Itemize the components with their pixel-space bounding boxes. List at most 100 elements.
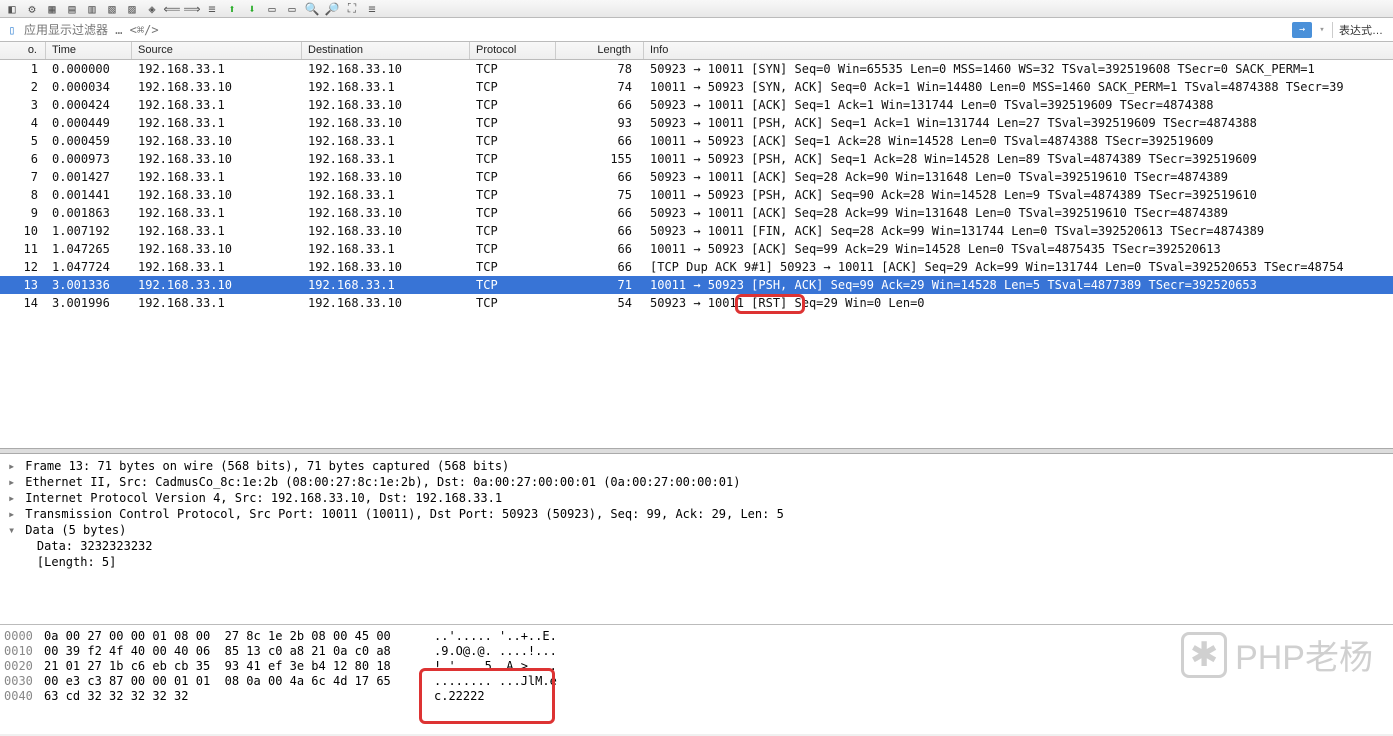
hex-bytes: 21 01 27 1b c6 eb cb 35 93 41 ef 3e b4 1… bbox=[44, 659, 434, 674]
cell-source: 192.168.33.1 bbox=[132, 204, 302, 222]
col-header-length[interactable]: Length bbox=[556, 42, 644, 59]
col-header-source[interactable]: Source bbox=[132, 42, 302, 59]
toolbar-icon[interactable]: ▦ bbox=[44, 2, 60, 16]
cell-time: 1.047265 bbox=[46, 240, 132, 258]
toolbar-icon[interactable]: ▤ bbox=[64, 2, 80, 16]
packet-list[interactable]: 10.000000192.168.33.1192.168.33.10TCP785… bbox=[0, 60, 1393, 448]
detail-line[interactable]: ▸ Internet Protocol Version 4, Src: 192.… bbox=[0, 490, 1393, 506]
packet-row[interactable]: 70.001427192.168.33.1192.168.33.10TCP665… bbox=[0, 168, 1393, 186]
cell-destination: 192.168.33.10 bbox=[302, 204, 470, 222]
cell-time: 0.000973 bbox=[46, 150, 132, 168]
cell-info: 50923 → 10011 [PSH, ACK] Seq=1 Ack=1 Win… bbox=[644, 114, 1393, 132]
hex-line[interactable]: 004063 cd 32 32 32 32 32c.22222 bbox=[0, 689, 1393, 704]
cell-info: 50923 → 10011 [SYN] Seq=0 Win=65535 Len=… bbox=[644, 60, 1393, 78]
detail-line[interactable]: ▸ Frame 13: 71 bytes on wire (568 bits),… bbox=[0, 458, 1393, 474]
cell-no: 1 bbox=[0, 60, 46, 78]
detail-line[interactable]: ▸ Ethernet II, Src: CadmusCo_8c:1e:2b (0… bbox=[0, 474, 1393, 490]
packet-row[interactable]: 10.000000192.168.33.1192.168.33.10TCP785… bbox=[0, 60, 1393, 78]
detail-line[interactable]: ▸ Transmission Control Protocol, Src Por… bbox=[0, 506, 1393, 522]
zoom-in-icon[interactable]: 🔍 bbox=[304, 2, 320, 16]
packet-details-pane[interactable]: ▸ Frame 13: 71 bytes on wire (568 bits),… bbox=[0, 454, 1393, 624]
col-header-no[interactable]: o. bbox=[0, 42, 46, 59]
packet-row[interactable]: 60.000973192.168.33.10192.168.33.1TCP155… bbox=[0, 150, 1393, 168]
hex-bytes: 63 cd 32 32 32 32 32 bbox=[44, 689, 434, 704]
cell-no: 4 bbox=[0, 114, 46, 132]
col-header-protocol[interactable]: Protocol bbox=[470, 42, 556, 59]
detail-line[interactable]: Data: 3232323232 bbox=[0, 538, 1393, 554]
detail-line[interactable]: ▾ Data (5 bytes) bbox=[0, 522, 1393, 538]
cell-protocol: TCP bbox=[470, 150, 556, 168]
packet-row[interactable]: 143.001996192.168.33.1192.168.33.10TCP54… bbox=[0, 294, 1393, 312]
cell-no: 9 bbox=[0, 204, 46, 222]
cell-no: 14 bbox=[0, 294, 46, 312]
col-header-info[interactable]: Info bbox=[644, 42, 1393, 59]
cell-time: 0.001427 bbox=[46, 168, 132, 186]
cell-source: 192.168.33.1 bbox=[132, 258, 302, 276]
expression-button[interactable]: 表达式… bbox=[1332, 22, 1389, 38]
cell-destination: 192.168.33.1 bbox=[302, 186, 470, 204]
packet-row[interactable]: 121.047724192.168.33.1192.168.33.10TCP66… bbox=[0, 258, 1393, 276]
cell-destination: 192.168.33.10 bbox=[302, 60, 470, 78]
cell-no: 11 bbox=[0, 240, 46, 258]
toolbar-icon[interactable]: ⛶ bbox=[344, 2, 360, 16]
filter-apply-icon[interactable]: → bbox=[1292, 22, 1312, 38]
display-filter-input[interactable] bbox=[24, 23, 1288, 37]
cell-time: 0.001863 bbox=[46, 204, 132, 222]
cell-protocol: TCP bbox=[470, 240, 556, 258]
packet-row[interactable]: 90.001863192.168.33.1192.168.33.10TCP665… bbox=[0, 204, 1393, 222]
toolbar-icon[interactable]: ⟹ bbox=[184, 2, 200, 16]
cell-time: 0.000459 bbox=[46, 132, 132, 150]
cell-info: [TCP Dup ACK 9#1] 50923 → 10011 [ACK] Se… bbox=[644, 258, 1393, 276]
packet-row[interactable]: 133.001336192.168.33.10192.168.33.1TCP71… bbox=[0, 276, 1393, 294]
cell-length: 54 bbox=[556, 294, 644, 312]
toolbar-icon[interactable]: ▨ bbox=[124, 2, 140, 16]
cell-time: 3.001996 bbox=[46, 294, 132, 312]
toolbar-icon[interactable]: ≡ bbox=[204, 2, 220, 16]
toolbar-icon[interactable]: ⬇ bbox=[244, 2, 260, 16]
hex-ascii: c.22222 bbox=[434, 689, 594, 704]
packet-row[interactable]: 40.000449192.168.33.1192.168.33.10TCP935… bbox=[0, 114, 1393, 132]
packet-list-header: o. Time Source Destination Protocol Leng… bbox=[0, 42, 1393, 60]
hex-bytes: 00 39 f2 4f 40 00 40 06 85 13 c0 a8 21 0… bbox=[44, 644, 434, 659]
col-header-destination[interactable]: Destination bbox=[302, 42, 470, 59]
toolbar-icon[interactable]: ▭ bbox=[284, 2, 300, 16]
toolbar-icon[interactable]: ▧ bbox=[104, 2, 120, 16]
packet-row[interactable]: 111.047265192.168.33.10192.168.33.1TCP66… bbox=[0, 240, 1393, 258]
hex-ascii: .9.O@.@. ....!... bbox=[434, 644, 594, 659]
cell-length: 75 bbox=[556, 186, 644, 204]
toolbar-icon[interactable]: ▭ bbox=[264, 2, 280, 16]
hex-bytes: 00 e3 c3 87 00 00 01 01 08 0a 00 4a 6c 4… bbox=[44, 674, 434, 689]
packet-row[interactable]: 50.000459192.168.33.10192.168.33.1TCP661… bbox=[0, 132, 1393, 150]
packet-row[interactable]: 20.000034192.168.33.10192.168.33.1TCP741… bbox=[0, 78, 1393, 96]
detail-line[interactable]: [Length: 5] bbox=[0, 554, 1393, 570]
filter-bookmark-icon[interactable]: ▯ bbox=[4, 22, 20, 38]
toolbar-icon[interactable]: ◈ bbox=[144, 2, 160, 16]
toolbar-icon[interactable]: ⬆ bbox=[224, 2, 240, 16]
cell-info: 10011 → 50923 [PSH, ACK] Seq=1 Ack=28 Wi… bbox=[644, 150, 1393, 168]
col-header-time[interactable]: Time bbox=[46, 42, 132, 59]
cell-protocol: TCP bbox=[470, 294, 556, 312]
cell-destination: 192.168.33.1 bbox=[302, 132, 470, 150]
toolbar-icon[interactable]: ◧ bbox=[4, 2, 20, 16]
toolbar-icon[interactable]: ⚙ bbox=[24, 2, 40, 16]
packet-row[interactable]: 101.007192192.168.33.1192.168.33.10TCP66… bbox=[0, 222, 1393, 240]
cell-source: 192.168.33.10 bbox=[132, 78, 302, 96]
cell-info: 10011 → 50923 [PSH, ACK] Seq=99 Ack=29 W… bbox=[644, 276, 1393, 294]
toolbar-icon[interactable]: ▥ bbox=[84, 2, 100, 16]
cell-source: 192.168.33.10 bbox=[132, 240, 302, 258]
zoom-out-icon[interactable]: 🔎 bbox=[324, 2, 340, 16]
filter-dropdown-icon[interactable]: ▾ bbox=[1316, 25, 1328, 35]
toolbar-icon[interactable]: ⟸ bbox=[164, 2, 180, 16]
wechat-icon: ✱ bbox=[1181, 632, 1227, 678]
cell-protocol: TCP bbox=[470, 132, 556, 150]
cell-length: 66 bbox=[556, 132, 644, 150]
packet-row[interactable]: 80.001441192.168.33.10192.168.33.1TCP751… bbox=[0, 186, 1393, 204]
cell-time: 3.001336 bbox=[46, 276, 132, 294]
cell-no: 12 bbox=[0, 258, 46, 276]
packet-row[interactable]: 30.000424192.168.33.1192.168.33.10TCP665… bbox=[0, 96, 1393, 114]
cell-no: 13 bbox=[0, 276, 46, 294]
hex-offset: 0010 bbox=[4, 644, 44, 659]
toolbar-icon[interactable]: ≡ bbox=[364, 2, 380, 16]
cell-protocol: TCP bbox=[470, 168, 556, 186]
cell-info: 10011 → 50923 [ACK] Seq=99 Ack=29 Win=14… bbox=[644, 240, 1393, 258]
